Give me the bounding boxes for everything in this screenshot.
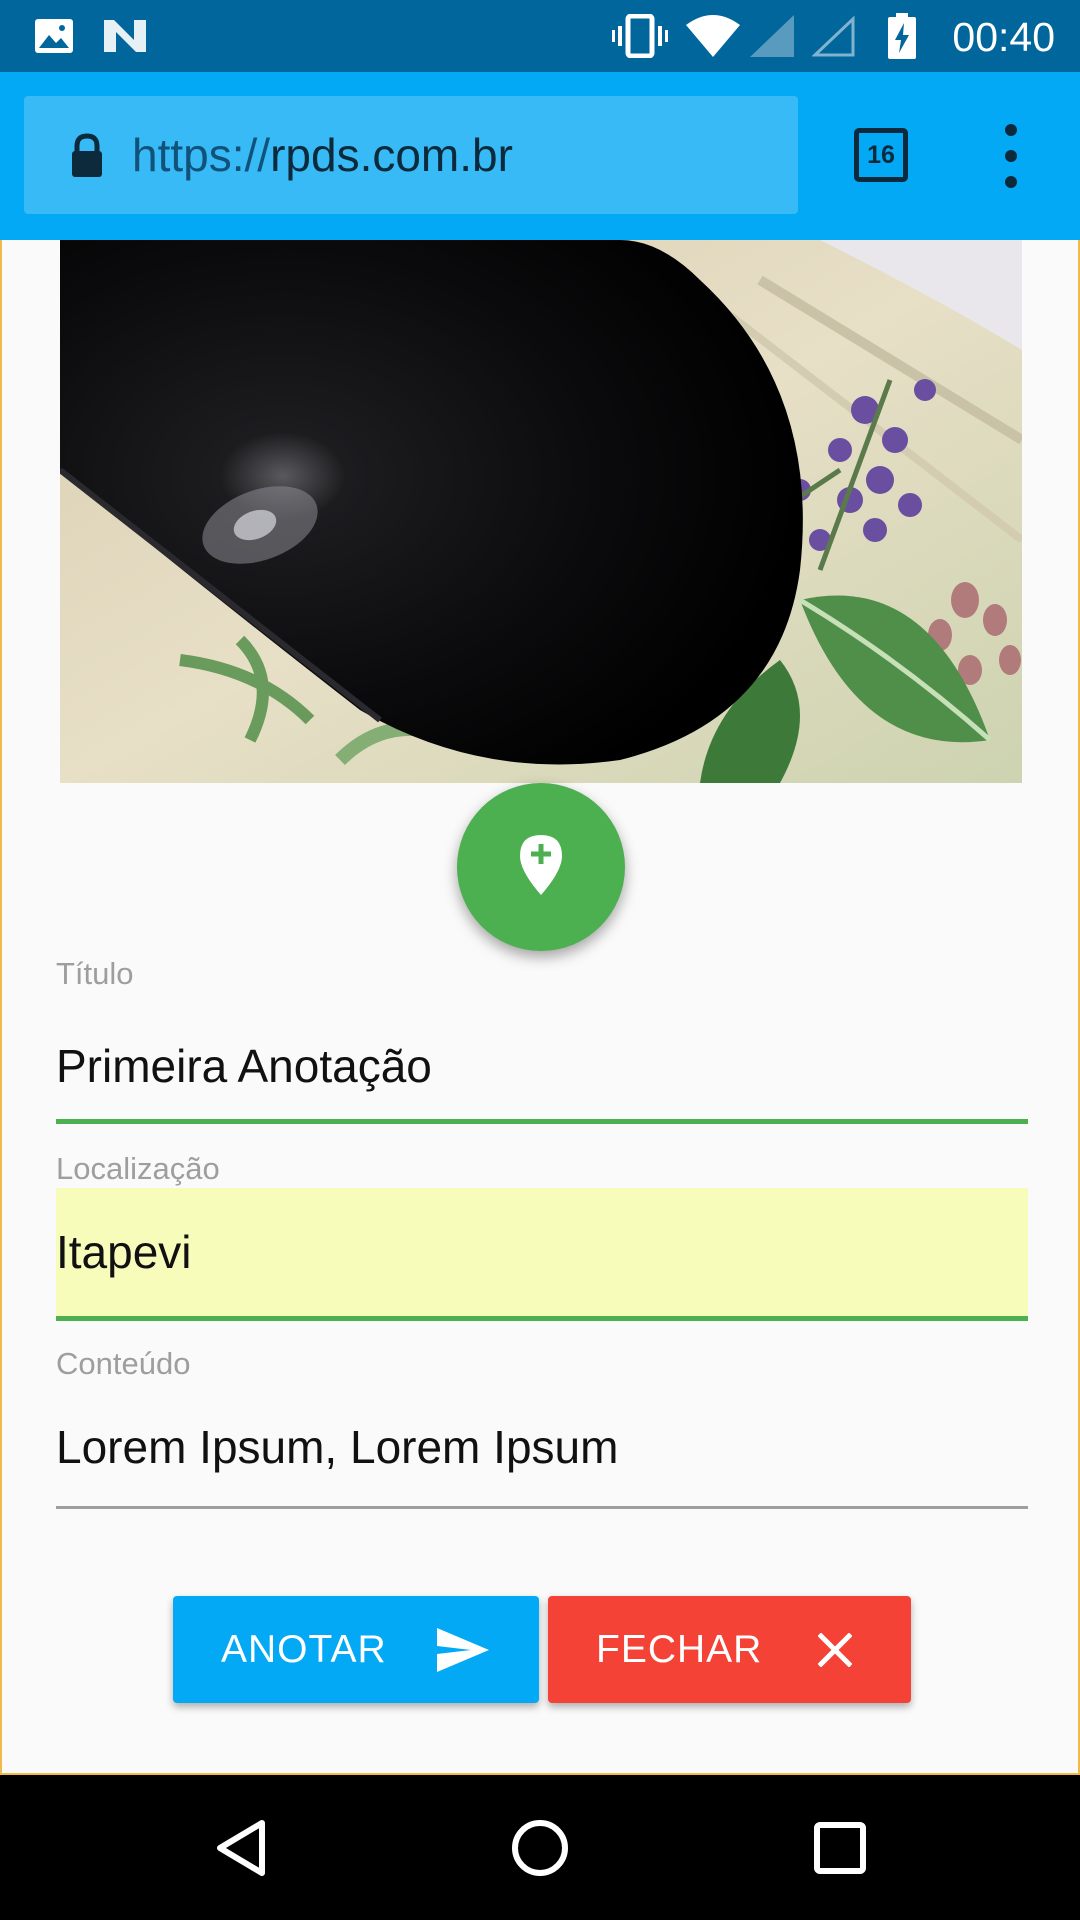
add-location-icon bbox=[520, 834, 562, 900]
phone-screen: 00:40 https://rpds.com.br 16 Título Prim… bbox=[0, 0, 1080, 1920]
conteudo-label: Conteúdo bbox=[56, 1346, 191, 1381]
close-icon bbox=[818, 1596, 852, 1703]
url-host: rpds.com.br bbox=[270, 129, 513, 181]
menu-dot bbox=[1005, 176, 1017, 188]
status-time: 00:40 bbox=[952, 14, 1055, 60]
vibrate-icon bbox=[612, 0, 668, 72]
titulo-input[interactable]: Primeira Anotação bbox=[56, 1010, 1028, 1124]
send-icon bbox=[437, 1596, 489, 1703]
tabs-button[interactable]: 16 bbox=[854, 128, 908, 182]
url-text: https://rpds.com.br bbox=[132, 96, 513, 214]
add-location-button[interactable] bbox=[457, 783, 625, 951]
menu-dot bbox=[1005, 124, 1017, 136]
home-icon[interactable] bbox=[480, 1775, 600, 1920]
recents-icon[interactable] bbox=[780, 1775, 900, 1920]
note-photo bbox=[60, 240, 1022, 783]
anotar-button[interactable]: ANOTAR bbox=[173, 1596, 539, 1703]
n-icon bbox=[102, 0, 148, 72]
signal-empty-icon bbox=[812, 0, 856, 72]
tabs-count: 16 bbox=[867, 140, 895, 169]
localizacao-input[interactable]: Itapevi bbox=[56, 1188, 1028, 1321]
menu-dot bbox=[1005, 150, 1017, 162]
anotar-label: ANOTAR bbox=[221, 1627, 387, 1671]
conteudo-input[interactable]: Lorem Ipsum, Lorem Ipsum bbox=[56, 1384, 1028, 1509]
back-icon[interactable] bbox=[181, 1775, 301, 1920]
navigation-bar bbox=[0, 1775, 1080, 1920]
status-bar: 00:40 bbox=[0, 0, 1080, 72]
url-bar[interactable]: https://rpds.com.br bbox=[24, 96, 798, 214]
url-scheme: https:// bbox=[132, 129, 271, 181]
lock-icon bbox=[64, 132, 110, 178]
battery-charging-icon bbox=[888, 0, 916, 72]
image-icon bbox=[34, 0, 74, 72]
browser-toolbar: https://rpds.com.br 16 bbox=[0, 72, 1080, 240]
web-page: Título Primeira Anotação Localização Ita… bbox=[0, 240, 1080, 1775]
titulo-label: Título bbox=[56, 956, 134, 991]
overflow-menu-icon[interactable] bbox=[986, 124, 1036, 188]
localizacao-label: Localização bbox=[56, 1151, 220, 1186]
wifi-icon bbox=[686, 0, 740, 72]
fechar-button[interactable]: FECHAR bbox=[548, 1596, 911, 1703]
signal-icon bbox=[750, 0, 794, 72]
fechar-label: FECHAR bbox=[596, 1627, 763, 1671]
